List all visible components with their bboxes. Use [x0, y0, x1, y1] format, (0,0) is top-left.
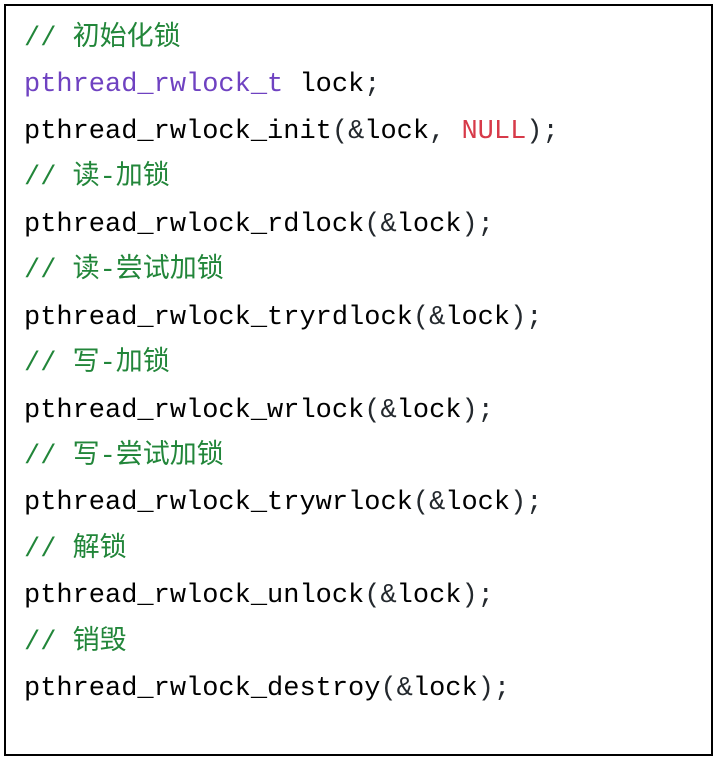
- code-token-amp: &: [429, 303, 445, 333]
- code-token-ident: lock: [413, 674, 478, 704]
- code-token-ident: lock: [445, 488, 510, 518]
- code-line: // 销毁: [24, 620, 693, 666]
- code-token-func: pthread_rwlock_rdlock: [24, 210, 364, 240]
- code-token-comment: // 解锁: [24, 535, 127, 565]
- code-token-punct: );: [526, 117, 558, 147]
- code-line: // 写-加锁: [24, 341, 693, 387]
- code-token-amp: &: [429, 488, 445, 518]
- code-token-amp: &: [397, 674, 413, 704]
- code-token-ident: lock: [364, 117, 429, 147]
- code-line: // 初始化锁: [24, 16, 693, 62]
- code-token-ident: lock: [283, 70, 364, 100]
- code-token-func: pthread_rwlock_init: [24, 117, 332, 147]
- code-line: pthread_rwlock_unlock(&lock);: [24, 573, 693, 619]
- code-line: // 读-尝试加锁: [24, 248, 693, 294]
- code-line: pthread_rwlock_t lock;: [24, 62, 693, 108]
- code-token-punct: (: [332, 117, 348, 147]
- code-token-ident: lock: [397, 210, 462, 240]
- code-token-punct: );: [510, 303, 542, 333]
- code-token-punct: (: [364, 210, 380, 240]
- code-token-amp: &: [380, 396, 396, 426]
- code-token-func: pthread_rwlock_wrlock: [24, 396, 364, 426]
- code-token-punct: (: [364, 396, 380, 426]
- code-token-comment: // 读-加锁: [24, 163, 170, 193]
- code-token-punct: (: [364, 581, 380, 611]
- code-line: // 读-加锁: [24, 155, 693, 201]
- code-line: pthread_rwlock_trywrlock(&lock);: [24, 480, 693, 526]
- code-block: // 初始化锁pthread_rwlock_t lock;pthread_rwl…: [4, 4, 713, 756]
- code-token-punct: ;: [364, 70, 380, 100]
- code-token-func: pthread_rwlock_unlock: [24, 581, 364, 611]
- code-token-punct: (: [380, 674, 396, 704]
- code-line: pthread_rwlock_init(&lock, NULL);: [24, 109, 693, 155]
- code-token-punct: );: [510, 488, 542, 518]
- code-token-ident: lock: [397, 396, 462, 426]
- code-token-func: pthread_rwlock_destroy: [24, 674, 380, 704]
- code-token-type: pthread_rwlock_t: [24, 70, 283, 100]
- code-token-ident: lock: [445, 303, 510, 333]
- code-token-comment: // 销毁: [24, 628, 127, 658]
- code-token-func: pthread_rwlock_tryrdlock: [24, 303, 413, 333]
- code-token-amp: &: [348, 117, 364, 147]
- code-token-punct: (: [413, 303, 429, 333]
- code-token-comment: // 写-尝试加锁: [24, 442, 224, 472]
- code-token-comment: // 初始化锁: [24, 24, 181, 54]
- code-line: // 写-尝试加锁: [24, 434, 693, 480]
- code-token-punct: );: [461, 396, 493, 426]
- code-token-ident: lock: [397, 581, 462, 611]
- code-token-punct: );: [461, 581, 493, 611]
- code-line: pthread_rwlock_destroy(&lock);: [24, 666, 693, 712]
- code-token-punct: );: [478, 674, 510, 704]
- code-token-func: pthread_rwlock_trywrlock: [24, 488, 413, 518]
- code-token-comment: // 写-加锁: [24, 349, 170, 379]
- code-line: pthread_rwlock_tryrdlock(&lock);: [24, 295, 693, 341]
- code-line: // 解锁: [24, 527, 693, 573]
- code-token-punct: ,: [429, 117, 461, 147]
- code-token-punct: (: [413, 488, 429, 518]
- code-token-punct: );: [461, 210, 493, 240]
- code-token-amp: &: [380, 210, 396, 240]
- code-token-amp: &: [380, 581, 396, 611]
- code-token-comment: // 读-尝试加锁: [24, 256, 224, 286]
- code-line: pthread_rwlock_wrlock(&lock);: [24, 388, 693, 434]
- code-token-null: NULL: [461, 117, 526, 147]
- code-line: pthread_rwlock_rdlock(&lock);: [24, 202, 693, 248]
